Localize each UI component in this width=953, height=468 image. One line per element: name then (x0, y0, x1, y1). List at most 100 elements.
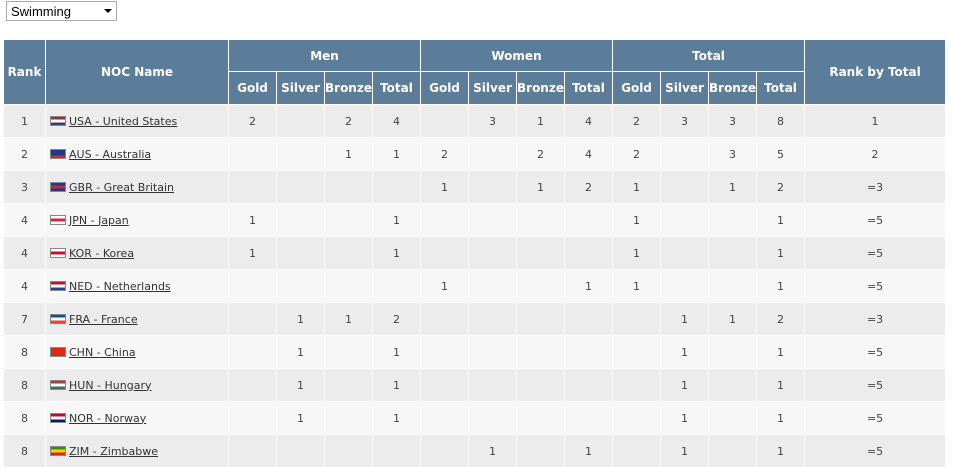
header-noc-name: NOC Name (45, 39, 229, 105)
total-bronze-cell (708, 335, 757, 369)
women-gold-cell (420, 335, 469, 369)
men-gold-cell (228, 137, 277, 171)
men-gold-cell (228, 269, 277, 303)
women-bronze-cell: 1 (516, 170, 565, 204)
noc-link[interactable]: GBR - Great Britain (69, 181, 174, 194)
women-bronze-cell (516, 203, 565, 237)
total-total-cell: 1 (755, 236, 806, 270)
women-total-cell (564, 302, 613, 336)
noc-cell: ZIM - Zimbabwe (45, 434, 229, 468)
men-gold-cell: 2 (228, 104, 277, 138)
chevron-down-icon[interactable] (104, 9, 112, 13)
rank-by-total-cell: =5 (804, 434, 947, 468)
noc-link[interactable]: USA - United States (69, 115, 177, 128)
women-total-cell (564, 203, 613, 237)
rank-by-total-cell: =5 (804, 368, 947, 402)
header-total-total: Total (755, 71, 806, 105)
noc-link[interactable]: ZIM - Zimbabwe (69, 445, 158, 458)
men-total-cell: 1 (372, 335, 421, 369)
men-total-cell (372, 170, 421, 204)
women-total-cell: 2 (564, 170, 613, 204)
header-total-silver: Silver (660, 71, 709, 105)
noc-link[interactable]: JPN - Japan (69, 214, 129, 227)
total-total-cell: 5 (755, 137, 806, 171)
total-silver-cell: 1 (660, 368, 709, 402)
noc-link[interactable]: NOR - Norway (69, 412, 146, 425)
total-silver-cell: 1 (660, 434, 709, 468)
women-gold-cell (420, 203, 469, 237)
women-bronze-cell (516, 269, 565, 303)
men-silver-cell (276, 104, 325, 138)
noc-link[interactable]: AUS - Australia (69, 148, 151, 161)
rank-cell: 8 (3, 368, 46, 402)
rank-cell: 4 (3, 269, 46, 303)
table-row: 1 USA - United States 2 2 4 3 1 4 2 3 3 8 1 (3, 104, 947, 138)
table-row: 8 NOR - Norway 1 1 1 1 =5 (3, 401, 947, 435)
men-silver-cell: 1 (276, 302, 325, 336)
sport-select-value: Swimming (11, 3, 71, 19)
women-bronze-cell (516, 434, 565, 468)
flag-icon (50, 181, 66, 192)
flag-icon (50, 280, 66, 291)
rank-cell: 4 (3, 203, 46, 237)
men-gold-cell (228, 368, 277, 402)
total-silver-cell: 1 (660, 335, 709, 369)
header-women-bronze: Bronze (516, 71, 565, 105)
table-row: 7 FRA - France 1 1 2 1 1 2 =3 (3, 302, 947, 336)
flag-icon (50, 379, 66, 390)
men-total-cell (372, 269, 421, 303)
men-silver-cell (276, 269, 325, 303)
men-gold-cell (228, 335, 277, 369)
noc-link[interactable]: NED - Netherlands (69, 280, 171, 293)
noc-link[interactable]: HUN - Hungary (69, 379, 151, 392)
noc-cell: KOR - Korea (45, 236, 229, 270)
total-total-cell: 1 (755, 368, 806, 402)
women-silver-cell (468, 335, 517, 369)
women-gold-cell (420, 368, 469, 402)
women-total-cell: 4 (564, 104, 613, 138)
men-bronze-cell (324, 269, 373, 303)
men-total-cell: 1 (372, 236, 421, 270)
total-total-cell: 1 (755, 434, 806, 468)
men-total-cell: 1 (372, 203, 421, 237)
header-men: Men (228, 39, 421, 72)
total-gold-cell: 1 (612, 203, 661, 237)
women-total-cell: 4 (564, 137, 613, 171)
men-total-cell: 1 (372, 137, 421, 171)
women-gold-cell (420, 434, 469, 468)
women-silver-cell (468, 302, 517, 336)
women-gold-cell (420, 104, 469, 138)
total-silver-cell: 1 (660, 401, 709, 435)
total-total-cell: 8 (755, 104, 806, 138)
rank-by-total-cell: =5 (804, 269, 947, 303)
total-silver-cell: 1 (660, 302, 709, 336)
sport-select[interactable]: Swimming (6, 1, 117, 21)
noc-cell: NED - Netherlands (45, 269, 229, 303)
medal-table: Rank NOC Name Men Women Total Rank by To… (3, 39, 947, 468)
men-bronze-cell (324, 368, 373, 402)
total-silver-cell: 3 (660, 104, 709, 138)
men-gold-cell: 1 (228, 203, 277, 237)
table-row: 4 KOR - Korea 1 1 1 1 =5 (3, 236, 947, 270)
noc-cell: HUN - Hungary (45, 368, 229, 402)
header-women-gold: Gold (420, 71, 469, 105)
noc-cell: NOR - Norway (45, 401, 229, 435)
total-gold-cell (612, 401, 661, 435)
men-silver-cell (276, 203, 325, 237)
rank-cell: 4 (3, 236, 46, 270)
header-total: Total (611, 39, 806, 72)
medal-table-body: 1 USA - United States 2 2 4 3 1 4 2 3 3 8 1 2 AUS - Au… (3, 104, 947, 468)
noc-link[interactable]: KOR - Korea (69, 247, 134, 260)
total-gold-cell: 1 (612, 269, 661, 303)
rank-by-total-cell: =3 (804, 170, 947, 204)
women-gold-cell: 1 (420, 170, 469, 204)
rank-by-total-cell: =5 (804, 203, 947, 237)
rank-cell: 8 (3, 434, 46, 468)
noc-link[interactable]: CHN - China (69, 346, 136, 359)
noc-link[interactable]: FRA - France (69, 313, 138, 326)
women-bronze-cell: 2 (516, 137, 565, 171)
women-silver-cell (468, 236, 517, 270)
men-total-cell: 2 (372, 302, 421, 336)
women-bronze-cell (516, 401, 565, 435)
total-silver-cell (660, 137, 709, 171)
